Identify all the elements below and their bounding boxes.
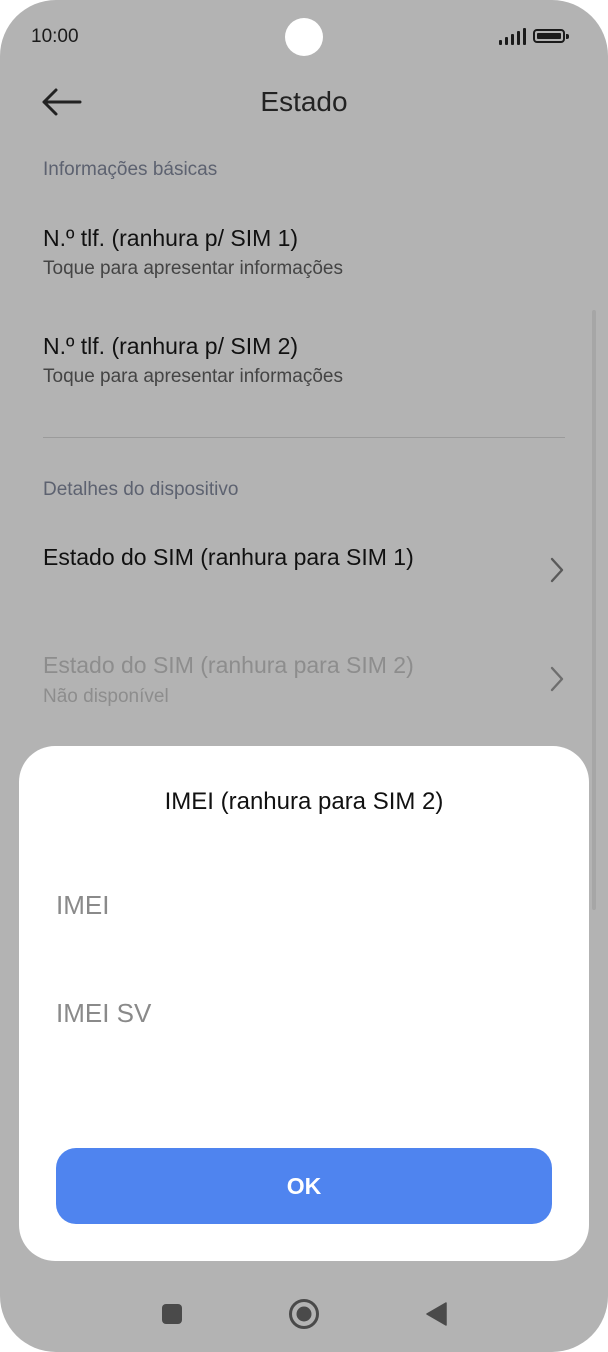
list-item-subtitle: Toque para apresentar informações: [43, 258, 343, 279]
list-item-title: N.º tlf. (ranhura p/ SIM 2): [43, 333, 299, 359]
front-camera: [285, 18, 323, 56]
list-item-subtitle: Não disponível: [43, 686, 169, 707]
recents-square-icon[interactable]: [162, 1304, 182, 1324]
divider: [43, 437, 565, 438]
chevron-right-icon: [550, 666, 564, 692]
battery-icon: [533, 29, 569, 43]
list-item-title: Estado do SIM (ranhura para SIM 2): [43, 652, 414, 678]
phone-screen: 10:00 Estado Informações básicas N.º tlf…: [0, 0, 608, 1352]
page-title: Estado: [260, 86, 348, 117]
imei-dialog: IMEI (ranhura para SIM 2) IMEI IMEI SV O…: [19, 746, 589, 1261]
list-item-title: N.º tlf. (ranhura p/ SIM 1): [43, 225, 299, 251]
scrollbar[interactable]: [592, 310, 596, 910]
imei-field: IMEI: [56, 890, 110, 920]
home-circle-icon[interactable]: [288, 1298, 320, 1330]
list-item-title: Estado do SIM (ranhura para SIM 1): [43, 544, 414, 570]
ok-button[interactable]: OK: [56, 1148, 552, 1224]
list-item-subtitle: Toque para apresentar informações: [43, 366, 343, 387]
status-time: 10:00: [31, 26, 79, 47]
section-header-basic: Informações básicas: [43, 159, 218, 180]
signal-icon: [499, 28, 527, 45]
back-triangle-icon[interactable]: [425, 1302, 447, 1326]
chevron-right-icon: [550, 557, 564, 583]
section-header-device: Detalhes do dispositivo: [43, 479, 239, 500]
dialog-title: IMEI (ranhura para SIM 2): [164, 788, 444, 815]
imei-sv-field: IMEI SV: [56, 998, 152, 1028]
